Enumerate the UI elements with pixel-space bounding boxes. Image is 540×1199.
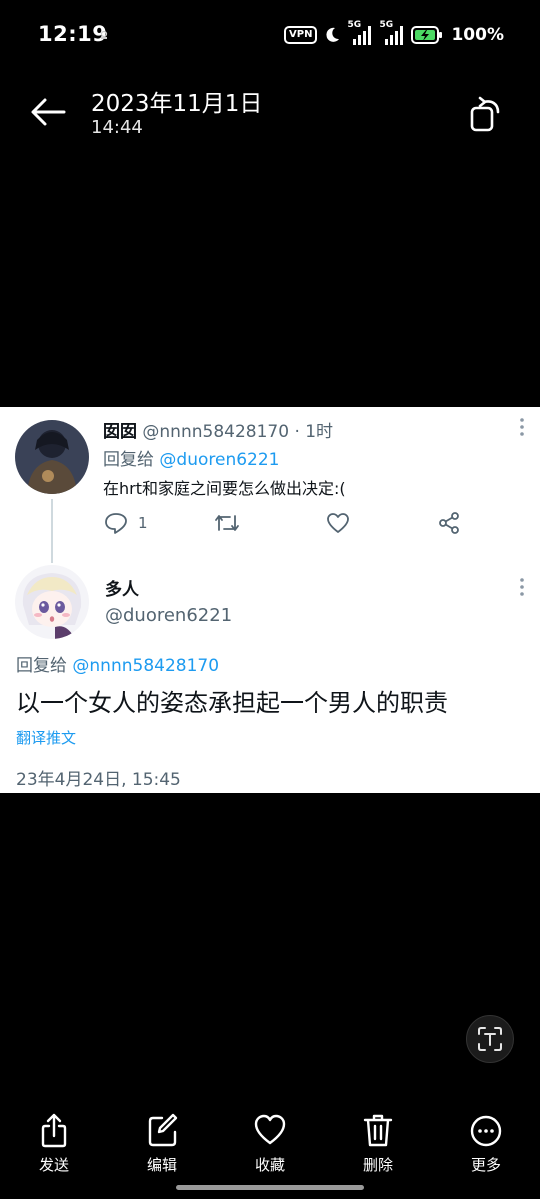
- signal-bars-icon: [385, 26, 404, 45]
- delete-button[interactable]: 删除: [338, 1112, 418, 1175]
- display-name: 囡囡: [103, 422, 137, 442]
- reply-to-handle: @nnnn58428170: [72, 656, 220, 676]
- signal-bars-icon: [353, 26, 372, 45]
- battery-percent: 100%: [451, 25, 504, 45]
- translate-tweet-link: 翻译推文: [16, 729, 77, 747]
- vpn-badge: VPN: [284, 26, 318, 44]
- home-indicator[interactable]: [176, 1185, 364, 1190]
- tweet-text: 在hrt和家庭之间要怎么做出决定:(: [103, 479, 346, 498]
- delete-label: 删除: [362, 1156, 393, 1174]
- tweet-text: 以一个女人的姿态承担起一个男人的职责: [16, 689, 448, 717]
- reply-tweet-header: 囡囡 @nnnn58428170 · 1时: [103, 417, 333, 442]
- more-icon: [470, 1115, 502, 1147]
- reply-to-line: 回复给 @duoren6221: [103, 445, 280, 470]
- text-scan-icon: [478, 1027, 502, 1051]
- status-bar: 12:19 VPN 5G 5G 100%: [0, 0, 540, 70]
- edit-label: 编辑: [146, 1156, 177, 1174]
- header-date: 2023年11月1日: [91, 91, 263, 117]
- heart-icon: [254, 1114, 286, 1145]
- send-label: 发送: [38, 1156, 69, 1174]
- avatar-image: [15, 420, 89, 494]
- more-button[interactable]: 更多: [446, 1112, 526, 1175]
- signal-2: 5G: [379, 20, 405, 47]
- more-options-icon: [520, 578, 524, 596]
- status-time: 12:19: [38, 22, 108, 46]
- reply-to-prefix: 回复给: [16, 656, 73, 676]
- notification-icon: [100, 30, 108, 39]
- trash-icon: [363, 1114, 393, 1147]
- reply-to-prefix: 回复给: [103, 450, 160, 470]
- avatar-image: [15, 565, 89, 639]
- send-button[interactable]: 发送: [14, 1112, 94, 1175]
- tweet-screenshot: 囡囡 @nnnn58428170 · 1时 回复给 @duoren6221 在h…: [0, 407, 540, 793]
- more-label: 更多: [470, 1156, 501, 1174]
- signal-1: 5G: [347, 20, 373, 47]
- favorite-label: 收藏: [254, 1156, 285, 1174]
- moon-icon: [326, 27, 340, 42]
- like-action: [326, 511, 350, 535]
- rotate-icon[interactable]: [466, 94, 506, 134]
- status-icons: VPN 5G 5G 100%: [284, 20, 504, 48]
- favorite-button[interactable]: 收藏: [230, 1112, 310, 1175]
- user-handle: @duoren6221: [105, 605, 233, 626]
- avatar: [15, 420, 89, 494]
- share-upload-icon: [41, 1113, 67, 1148]
- battery-icon: [411, 26, 443, 44]
- more-options-icon: [520, 418, 524, 436]
- header-time: 14:44: [91, 117, 143, 138]
- tweet-age: · 1时: [294, 422, 334, 442]
- user-handle: @nnnn58428170: [142, 422, 290, 442]
- thread-line: [51, 499, 53, 563]
- reply-to-line: 回复给 @nnnn58428170: [16, 651, 219, 676]
- retweet-icon: [215, 515, 239, 531]
- display-name: 多人: [105, 580, 139, 600]
- bottom-toolbar: 发送 编辑 收藏 删除 更多: [0, 1112, 540, 1182]
- reply-icon: [105, 513, 127, 534]
- arrow-left-icon[interactable]: [28, 94, 68, 130]
- reply-action: 1: [104, 511, 148, 535]
- text-scan-button[interactable]: [466, 1015, 514, 1063]
- tweet-timestamp: 23年4月24日, 15:45: [16, 770, 181, 790]
- edit-button[interactable]: 编辑: [122, 1112, 202, 1175]
- edit-icon: [148, 1113, 178, 1147]
- reply-to-handle: @duoren6221: [159, 450, 280, 470]
- retweet-action: [214, 511, 240, 535]
- share-icon: [439, 512, 459, 534]
- avatar: [15, 565, 89, 639]
- heart-icon: [327, 513, 349, 533]
- reply-count: 1: [138, 514, 148, 532]
- share-action: [437, 511, 461, 535]
